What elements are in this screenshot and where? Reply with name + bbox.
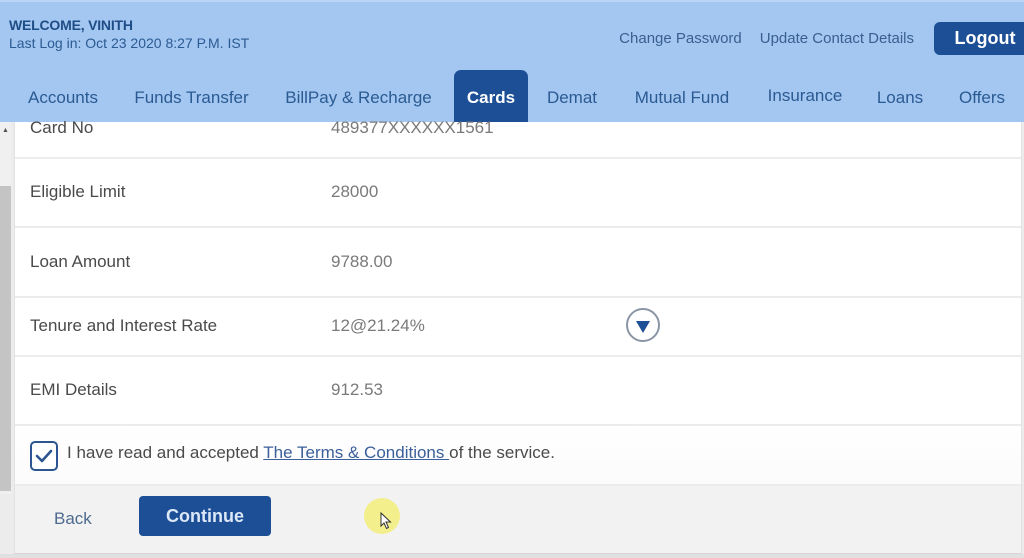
detail-value: 912.53 xyxy=(331,380,383,399)
detail-label: Tenure and Interest Rate xyxy=(30,316,218,335)
update-contact-details-link[interactable]: Update Contact Details xyxy=(760,30,914,47)
detail-label: Loan Amount xyxy=(30,252,131,271)
continue-button[interactable]: Continue xyxy=(139,496,271,536)
detail-row-emi: EMI Details 912.53 xyxy=(15,357,1021,426)
change-password-link[interactable]: Change Password xyxy=(619,30,742,47)
bottom-edge xyxy=(0,554,1024,558)
action-footer: Back Continue xyxy=(15,486,1021,553)
triangle-down-icon xyxy=(636,320,650,333)
terms-row: I have read and accepted The Terms & Con… xyxy=(15,426,1021,486)
mouse-pointer-icon xyxy=(380,512,392,530)
welcome-text: WELCOME, VINITH xyxy=(9,17,133,33)
detail-row-eligible-limit: Eligible Limit 28000 xyxy=(15,159,1021,228)
logout-button[interactable]: Logout xyxy=(934,21,1024,55)
detail-value: 9788.00 xyxy=(331,252,393,271)
detail-row-card-no: Card No 489377XXXXXX1561 xyxy=(15,112,1021,159)
terms-prefix: I have read and accepted xyxy=(67,443,264,462)
terms-suffix: of the service. xyxy=(449,443,555,462)
detail-value: 12@21.24% xyxy=(331,316,425,335)
vertical-scrollbar[interactable]: ▲ xyxy=(0,122,11,494)
loan-details-panel: Card No 489377XXXXXX1561 Eligible Limit … xyxy=(14,118,1022,554)
last-login-text: Last Log in: Oct 23 2020 8:27 P.M. IST xyxy=(9,35,250,51)
scroll-up-arrow-icon[interactable]: ▲ xyxy=(0,122,11,140)
back-button[interactable]: Back xyxy=(54,509,92,529)
terms-text: I have read and accepted The Terms & Con… xyxy=(67,443,555,463)
detail-value: 489377XXXXXX1561 xyxy=(331,118,494,137)
scrollbar-thumb[interactable] xyxy=(0,186,11,491)
top-header: WELCOME, VINITH Last Log in: Oct 23 2020… xyxy=(0,0,1024,124)
terms-conditions-link[interactable]: The Terms & Conditions xyxy=(263,443,449,462)
detail-label: Eligible Limit xyxy=(30,182,126,201)
top-links: Change Password Update Contact Details L… xyxy=(619,21,1024,55)
detail-row-loan-amount: Loan Amount 9788.00 xyxy=(15,228,1021,298)
detail-label: EMI Details xyxy=(30,380,117,399)
tenure-dropdown-button[interactable] xyxy=(626,308,660,342)
detail-row-tenure-interest: Tenure and Interest Rate 12@21.24% xyxy=(15,298,1021,357)
checkmark-icon xyxy=(35,449,53,463)
detail-value: 28000 xyxy=(331,182,379,201)
terms-checkbox[interactable] xyxy=(30,441,58,471)
detail-label: Card No xyxy=(30,118,94,137)
